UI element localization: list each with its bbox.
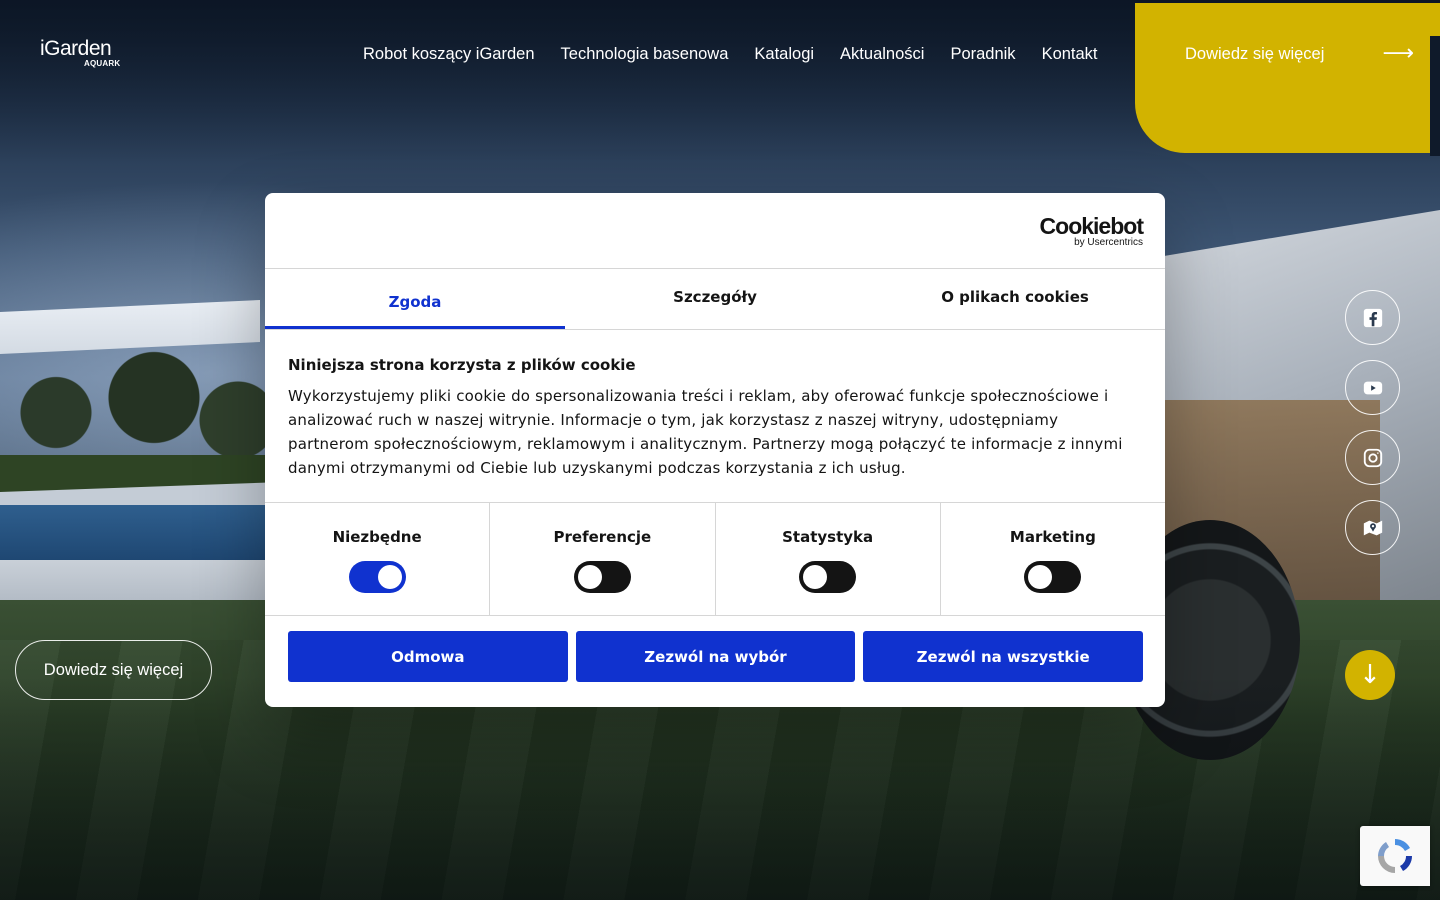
arrow-right-icon: ⟶ — [1382, 41, 1414, 66]
category-label: Niezbędne — [332, 528, 422, 546]
toggle-knob — [1028, 565, 1053, 589]
youtube-link[interactable] — [1345, 360, 1400, 415]
cookie-categories: Niezbędne Preferencje Statystyka Marketi… — [265, 503, 1165, 616]
cookie-description: Niniejsza strona korzysta z plików cooki… — [265, 330, 1165, 503]
instagram-icon — [1363, 448, 1382, 467]
facebook-icon — [1363, 308, 1382, 327]
toggle-knob — [803, 565, 828, 589]
cta-edge-dark — [1430, 36, 1440, 156]
cookie-consent-dialog: Cookiebot by Usercentrics Zgoda Szczegół… — [265, 193, 1165, 707]
recaptcha-badge[interactable] — [1360, 826, 1430, 886]
category-niezbedne: Niezbędne — [265, 503, 491, 615]
toggle-statystyka[interactable] — [799, 561, 857, 593]
toggle-marketing[interactable] — [1024, 561, 1082, 593]
category-label: Preferencje — [553, 528, 652, 546]
nav-katalogi[interactable]: Katalogi — [754, 44, 814, 64]
category-statystyka: Statystyka — [716, 503, 941, 615]
recaptcha-icon — [1378, 839, 1412, 873]
cookie-dialog-header: Cookiebot by Usercentrics — [265, 193, 1165, 269]
toggle-knob — [377, 565, 402, 589]
nav-aktualnosci[interactable]: Aktualności — [840, 44, 924, 64]
category-label: Marketing — [1009, 528, 1096, 546]
hero-more-button[interactable]: Dowiedz się więcej — [15, 640, 212, 700]
tab-o-plikach-cookies[interactable]: O plikach cookies — [865, 269, 1165, 329]
deny-button[interactable]: Odmowa — [288, 631, 568, 682]
category-preferencje: Preferencje — [490, 503, 716, 615]
map-icon — [1363, 520, 1382, 535]
allow-all-button[interactable]: Zezwól na wszystkie — [863, 631, 1144, 682]
hero-more-label: Dowiedz się więcej — [43, 660, 184, 679]
toggle-preferencje[interactable] — [573, 561, 631, 593]
cookie-tabs: Zgoda Szczegóły O plikach cookies — [265, 269, 1165, 330]
nav-technologia-basenowa[interactable]: Technologia basenowa — [561, 44, 729, 64]
map-link[interactable] — [1345, 500, 1400, 555]
category-label: Statystyka — [782, 528, 874, 546]
cookiebot-wordmark: Cookiebot — [1039, 213, 1144, 239]
nav-robot-koszacy[interactable]: Robot koszący iGarden — [363, 44, 535, 64]
toggle-niezbedne[interactable] — [348, 561, 406, 593]
scroll-down-button[interactable]: ↓ — [1345, 650, 1395, 700]
category-marketing: Marketing — [941, 503, 1165, 615]
nav-kontakt[interactable]: Kontakt — [1042, 44, 1098, 64]
tab-zgoda[interactable]: Zgoda — [265, 269, 565, 329]
youtube-icon — [1363, 381, 1382, 394]
header-cta-label: Dowiedz się więcej — [1185, 45, 1325, 63]
facebook-link[interactable] — [1345, 290, 1400, 345]
cookie-actions: Odmowa Zezwól na wybór Zezwól na wszystk… — [265, 616, 1165, 682]
arrow-down-icon: ↓ — [1359, 660, 1381, 690]
tab-szczegoly[interactable]: Szczegóły — [565, 269, 865, 329]
header-cta-button[interactable]: Dowiedz się więcej ⟶ — [1135, 3, 1430, 153]
social-links — [1345, 290, 1400, 555]
site-logo[interactable]: iGarden AQUARK — [40, 38, 130, 72]
cookie-text: Wykorzystujemy pliki cookie do spersonal… — [288, 387, 1123, 477]
allow-selection-button[interactable]: Zezwól na wybór — [575, 631, 856, 682]
nav-poradnik[interactable]: Poradnik — [950, 44, 1015, 64]
main-nav: Robot koszący iGarden Technologia baseno… — [363, 44, 1098, 64]
cta-edge — [1430, 3, 1440, 36]
cookie-title: Niniejsza strona korzysta z plików cooki… — [288, 356, 636, 374]
logo-wordmark: iGarden — [40, 37, 112, 60]
cookiebot-logo[interactable]: Cookiebot by Usercentrics — [1039, 213, 1144, 249]
toggle-knob — [577, 565, 602, 589]
instagram-link[interactable] — [1345, 430, 1400, 485]
logo-subbrand: AQUARK — [84, 59, 121, 68]
